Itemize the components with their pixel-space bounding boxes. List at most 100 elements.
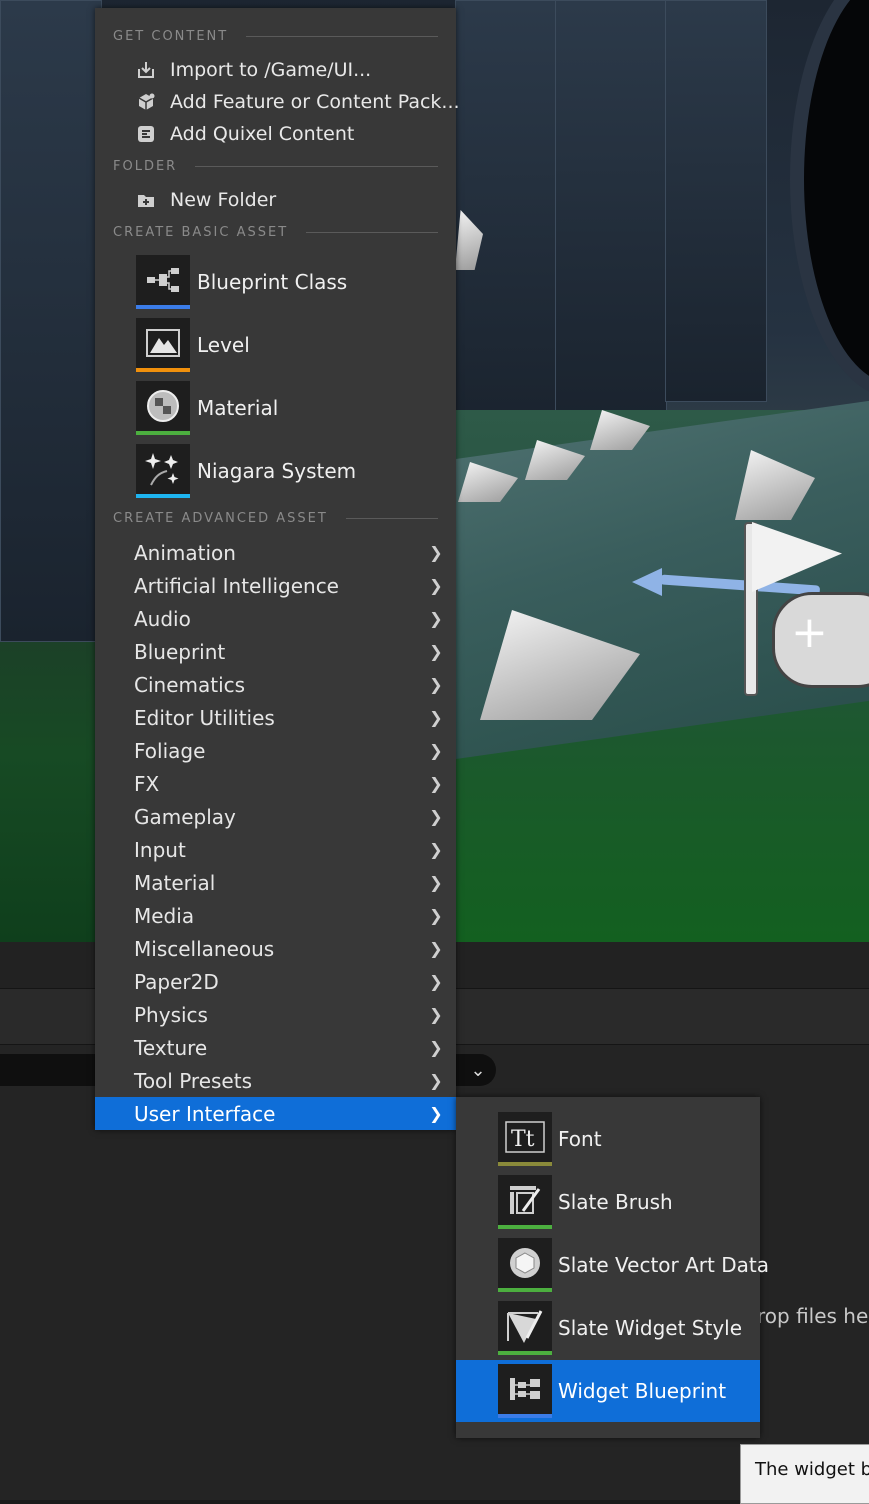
slate-brush-icon	[498, 1175, 552, 1225]
menu-item-label: Artificial Intelligence	[134, 573, 339, 598]
menu-item-material-advanced[interactable]: Material ❯	[95, 866, 456, 899]
player-start-gamepad-icon[interactable]	[772, 592, 869, 688]
section-divider	[345, 517, 438, 519]
new-folder-icon	[135, 189, 157, 211]
chevron-right-icon: ❯	[429, 675, 443, 694]
font-icon: Tt	[498, 1112, 552, 1162]
blueprint-class-tile	[136, 255, 190, 309]
menu-item-audio[interactable]: Audio ❯	[95, 602, 456, 635]
menu-item-label: Cinematics	[134, 672, 246, 697]
menu-item-editor-utilities[interactable]: Editor Utilities ❯	[95, 701, 456, 734]
section-header-create-basic-asset: CREATE BASIC ASSET	[113, 222, 438, 242]
menu-item-blueprint[interactable]: Blueprint ❯	[95, 635, 456, 668]
section-header-create-advanced-asset: CREATE ADVANCED ASSET	[113, 508, 438, 528]
menu-item-texture[interactable]: Texture ❯	[95, 1031, 456, 1064]
menu-item-label: Blueprint	[134, 639, 226, 664]
menu-item-level[interactable]: Level	[136, 317, 446, 373]
asset-color-bar	[498, 1162, 552, 1166]
menu-item-artificial-intelligence[interactable]: Artificial Intelligence ❯	[95, 569, 456, 602]
menu-item-material[interactable]: Material	[136, 380, 446, 436]
menu-item-new-folder[interactable]: New Folder	[135, 185, 276, 215]
chevron-right-icon: ❯	[429, 1005, 443, 1024]
drop-files-hint: rop files here	[757, 1304, 869, 1328]
menu-item-blueprint-class[interactable]: Blueprint Class	[136, 254, 446, 310]
section-header-label: GET CONTENT	[113, 28, 229, 44]
chevron-right-icon: ❯	[429, 774, 443, 793]
menu-item-label: Slate Widget Style	[558, 1316, 743, 1340]
asset-color-bar	[498, 1414, 552, 1418]
submenu-item-font[interactable]: Tt Font	[456, 1108, 760, 1170]
menu-item-add-feature-content-pack[interactable]: Add Feature or Content Pack...	[135, 87, 460, 117]
section-divider	[195, 165, 438, 167]
asset-color-bar	[136, 431, 190, 435]
chevron-right-icon: ❯	[429, 807, 443, 826]
menu-item-label: Material	[197, 396, 279, 420]
chevron-right-icon: ❯	[429, 1071, 443, 1090]
menu-item-cinematics[interactable]: Cinematics ❯	[95, 668, 456, 701]
slate-vector-art-icon	[498, 1238, 552, 1288]
chevron-right-icon: ❯	[429, 576, 443, 595]
viewport-wall-panel-mid2	[555, 0, 667, 422]
material-icon	[136, 381, 190, 431]
section-header-folder: FOLDER	[113, 156, 438, 176]
menu-item-niagara-system[interactable]: Niagara System	[136, 443, 446, 499]
menu-item-physics[interactable]: Physics ❯	[95, 998, 456, 1031]
menu-item-label: FX	[134, 771, 160, 796]
menu-item-add-quixel-content[interactable]: Add Quixel Content	[135, 119, 354, 149]
submenu-item-slate-brush[interactable]: Slate Brush	[456, 1171, 760, 1233]
menu-item-media[interactable]: Media ❯	[95, 899, 456, 932]
menu-item-label: Gameplay	[134, 804, 236, 829]
menu-item-label: Add Quixel Content	[170, 123, 355, 145]
menu-item-label: Material	[134, 870, 216, 895]
menu-item-paper2d[interactable]: Paper2D ❯	[95, 965, 456, 998]
chevron-down-icon[interactable]: ⌄	[460, 1054, 496, 1086]
menu-item-miscellaneous[interactable]: Miscellaneous ❯	[95, 932, 456, 965]
chevron-right-icon: ❯	[429, 1038, 443, 1057]
asset-color-bar	[136, 368, 190, 372]
add-asset-context-menu: GET CONTENT Import to /Game/UI... Add Fe…	[95, 8, 460, 1130]
asset-color-bar	[136, 494, 190, 498]
section-header-label: FOLDER	[113, 158, 178, 174]
svg-text:Tt: Tt	[511, 1127, 535, 1152]
font-tile: Tt	[498, 1112, 552, 1166]
menu-item-label: Add Feature or Content Pack...	[170, 91, 460, 113]
transform-gizmo-arrow-head[interactable]	[632, 568, 662, 596]
menu-item-label: Import to /Game/UI...	[170, 59, 372, 81]
user-interface-submenu: Tt Font Slate Brush Slate Vector Art Dat…	[456, 1097, 769, 1438]
viewport-portal	[790, 0, 869, 398]
chevron-right-icon: ❯	[429, 1104, 443, 1123]
content-pack-icon	[135, 91, 157, 113]
menu-item-label: Slate Vector Art Data	[558, 1253, 769, 1277]
menu-item-animation[interactable]: Animation ❯	[95, 536, 456, 569]
viewport-wall-panel-right	[665, 0, 767, 402]
asset-color-bar	[498, 1288, 552, 1292]
menu-item-import[interactable]: Import to /Game/UI...	[135, 55, 371, 85]
chevron-right-icon: ❯	[429, 906, 443, 925]
section-header-label: CREATE BASIC ASSET	[113, 224, 289, 240]
slate-vector-art-tile	[498, 1238, 552, 1292]
chevron-right-icon: ❯	[429, 840, 443, 859]
chevron-right-icon: ❯	[429, 972, 443, 991]
niagara-system-icon	[136, 444, 190, 494]
slate-widget-style-tile	[498, 1301, 552, 1355]
section-header-get-content: GET CONTENT	[113, 26, 438, 46]
menu-item-foliage[interactable]: Foliage ❯	[95, 734, 456, 767]
quixel-icon	[135, 123, 157, 145]
menu-item-tool-presets[interactable]: Tool Presets ❯	[95, 1064, 456, 1097]
menu-item-label: Foliage	[134, 738, 206, 763]
section-divider	[246, 35, 438, 37]
menu-item-gameplay[interactable]: Gameplay ❯	[95, 800, 456, 833]
submenu-item-widget-blueprint[interactable]: Widget Blueprint	[456, 1360, 760, 1422]
menu-item-user-interface[interactable]: User Interface ❯	[95, 1097, 456, 1130]
chevron-right-icon: ❯	[429, 543, 443, 562]
menu-item-input[interactable]: Input ❯	[95, 833, 456, 866]
submenu-item-slate-widget-style[interactable]: Slate Widget Style	[456, 1297, 760, 1359]
blueprint-class-icon	[136, 255, 190, 305]
menu-item-label: Audio	[134, 606, 191, 631]
submenu-item-slate-vector-art-data[interactable]: Slate Vector Art Data	[456, 1234, 769, 1296]
viewport-wall-panel-mid	[455, 0, 557, 432]
asset-color-bar	[498, 1351, 552, 1355]
level-tile	[136, 318, 190, 372]
chevron-right-icon: ❯	[429, 642, 443, 661]
menu-item-fx[interactable]: FX ❯	[95, 767, 456, 800]
